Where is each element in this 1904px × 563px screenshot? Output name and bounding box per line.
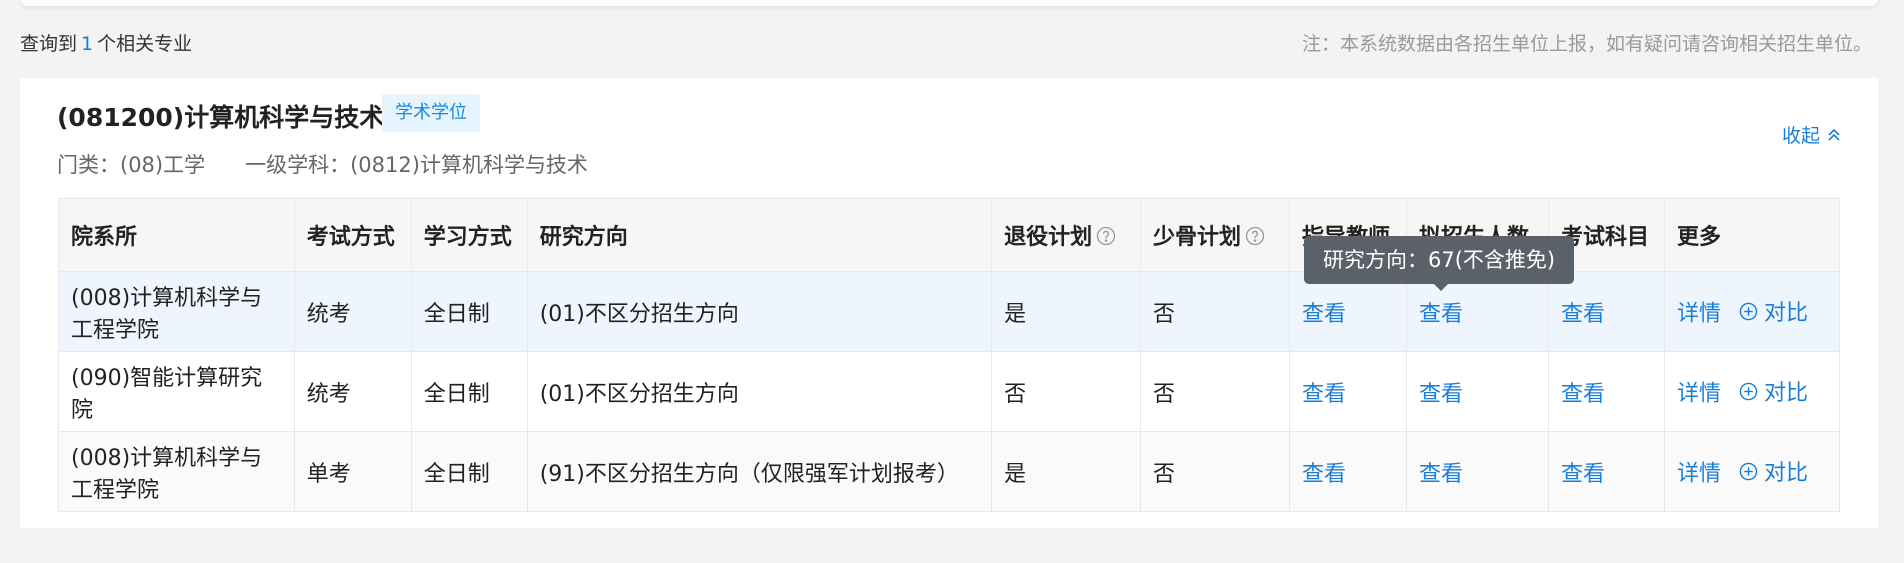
direction-cell: (01)不区分招生方向 [526, 351, 993, 432]
summary-suffix: 个相关专业 [97, 33, 193, 55]
exam-mode-cell: 统考 [293, 351, 412, 432]
col-direction: 研究方向 [526, 198, 993, 272]
degree-type-badge: 学术学位 [382, 94, 480, 132]
previous-card-edge [20, 0, 1878, 6]
dept-cell: (008)计算机科学与工程学院 [58, 271, 295, 352]
view-quota-link[interactable]: 查看 [1405, 351, 1549, 432]
view-tutor-link[interactable]: 查看 [1289, 351, 1407, 432]
detail-link[interactable]: 详情 [1677, 462, 1721, 487]
tooltip-arrow [1434, 284, 1448, 291]
retired-plan-label: 退役计划 [1004, 225, 1093, 250]
more-cell: 详情 对比 [1663, 271, 1841, 352]
compare-label: 对比 [1763, 461, 1808, 487]
col-minority-plan: 少骨计划 [1140, 198, 1290, 272]
minority-plan-cell: 否 [1140, 351, 1290, 432]
discipline-label: 一级学科：(0812)计算机科学与技术 [245, 153, 588, 177]
dept-cell: (008)计算机科学与工程学院 [58, 431, 295, 512]
compare-label: 对比 [1763, 381, 1808, 407]
retired-plan-cell: 是 [991, 271, 1142, 352]
table-row: (008)计算机科学与工程学院 统考 全日制 (01)不区分招生方向 是 否 查… [58, 271, 1841, 352]
detail-link[interactable]: 详情 [1677, 382, 1721, 407]
help-icon[interactable] [1245, 226, 1265, 246]
collapse-button[interactable]: 收起 [1782, 121, 1842, 148]
col-retired-plan: 退役计划 [991, 198, 1142, 272]
direction-cell: (01)不区分招生方向 [526, 271, 993, 352]
col-study-mode: 学习方式 [410, 198, 528, 272]
result-summary: 查询到 1 个相关专业 [20, 29, 192, 56]
col-more: 更多 [1663, 198, 1841, 272]
major-meta: 门类：(08)工学 一级学科：(0812)计算机科学与技术 [57, 149, 588, 179]
chevron-up-double-icon [1828, 128, 1840, 141]
disclaimer-note: 注：本系统数据由各招生单位上报，如有疑问请咨询相关招生单位。 [1301, 33, 1872, 55]
table-row: (008)计算机科学与工程学院 单考 全日制 (91)不区分招生方向（仅限强军计… [58, 431, 1841, 512]
plus-circle-icon [1739, 302, 1758, 321]
view-subjects-link[interactable]: 查看 [1547, 431, 1665, 512]
retired-plan-cell: 否 [991, 351, 1142, 432]
category-label: 门类：(08)工学 [57, 153, 206, 177]
direction-cell: (91)不区分招生方向（仅限强军计划报考） [526, 431, 993, 512]
compare-button[interactable]: 对比 [1739, 295, 1808, 327]
tooltip-text: 研究方向：67(不含推免) [1323, 248, 1556, 272]
col-dept: 院系所 [58, 198, 295, 272]
exam-mode-cell: 单考 [293, 431, 412, 512]
study-mode-cell: 全日制 [410, 271, 528, 352]
view-tutor-link[interactable]: 查看 [1289, 431, 1407, 512]
view-quota-link[interactable]: 查看 [1405, 431, 1549, 512]
dept-cell: (090)智能计算研究院 [58, 351, 295, 432]
retired-plan-cell: 是 [991, 431, 1142, 512]
table-row: (090)智能计算研究院 统考 全日制 (01)不区分招生方向 否 否 查看 查… [58, 351, 1841, 432]
study-mode-cell: 全日制 [410, 431, 528, 512]
plus-circle-icon [1739, 382, 1758, 401]
col-exam-mode: 考试方式 [293, 198, 412, 272]
more-cell: 详情 对比 [1663, 431, 1841, 512]
quota-tooltip: 研究方向：67(不含推免) [1304, 236, 1575, 291]
major-title: (081200)计算机科学与技术 [57, 103, 385, 132]
minority-plan-label: 少骨计划 [1153, 225, 1242, 250]
help-icon[interactable] [1096, 226, 1116, 246]
study-mode-cell: 全日制 [410, 351, 528, 432]
plus-circle-icon [1739, 462, 1758, 481]
compare-button[interactable]: 对比 [1739, 375, 1808, 407]
collapse-label: 收起 [1781, 125, 1820, 147]
view-subjects-link[interactable]: 查看 [1547, 351, 1665, 432]
summary-prefix: 查询到 [20, 33, 78, 55]
more-cell: 详情 对比 [1663, 351, 1841, 432]
exam-mode-cell: 统考 [293, 271, 412, 352]
minority-plan-cell: 否 [1140, 271, 1290, 352]
compare-button[interactable]: 对比 [1739, 455, 1808, 487]
result-count: 1 [81, 33, 94, 55]
detail-link[interactable]: 详情 [1677, 302, 1721, 327]
minority-plan-cell: 否 [1140, 431, 1290, 512]
compare-label: 对比 [1763, 301, 1808, 327]
